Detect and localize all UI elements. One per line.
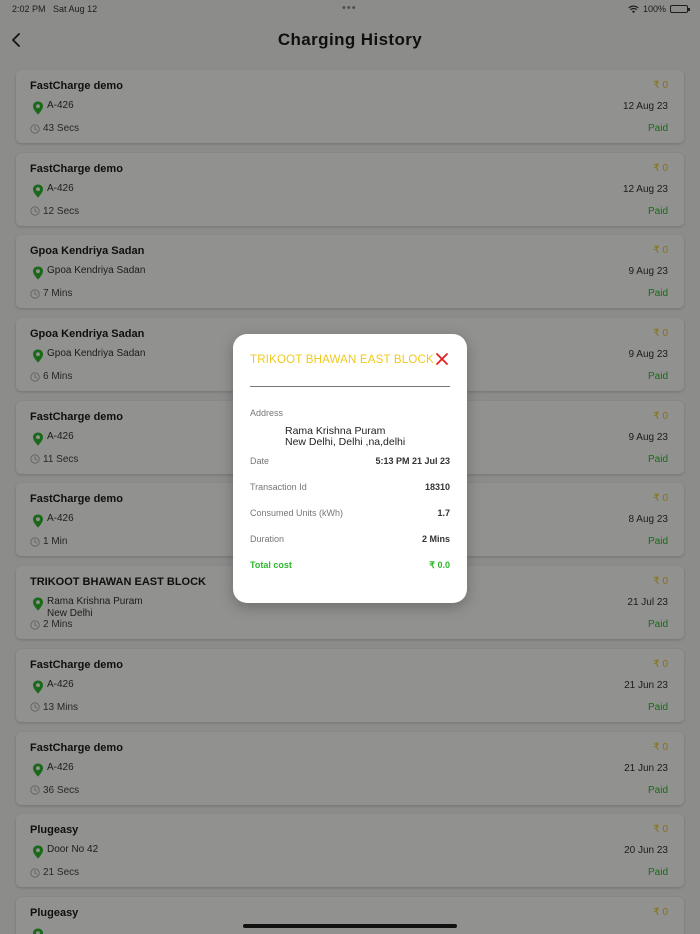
address-value: Rama Krishna Puram New Delhi, Delhi ,na,… <box>285 425 406 448</box>
transaction-detail-modal: TRIKOOT BHAWAN EAST BLOCK Address Rama K… <box>233 334 467 603</box>
total-cost-label: Total cost <box>250 560 292 570</box>
address-label: Address <box>250 408 284 418</box>
duration-label: Duration <box>250 534 285 544</box>
date-value: 5:13 PM 21 Jul 23 <box>375 456 450 466</box>
consumed-units-value: 1.7 <box>437 508 450 518</box>
close-icon[interactable] <box>435 352 449 366</box>
modal-divider <box>250 386 450 387</box>
transaction-id-value: 18310 <box>424 482 450 492</box>
consumed-units-label: Consumed Units (kWh) <box>250 508 344 518</box>
transaction-id-label: Transaction Id <box>250 482 307 492</box>
total-cost-value: ₹ 0.0 <box>429 560 450 570</box>
date-label: Date <box>250 456 270 466</box>
home-indicator[interactable] <box>243 924 457 928</box>
modal-title: TRIKOOT BHAWAN EAST BLOCK <box>250 354 434 366</box>
duration-value: 2 Mins <box>421 534 450 544</box>
